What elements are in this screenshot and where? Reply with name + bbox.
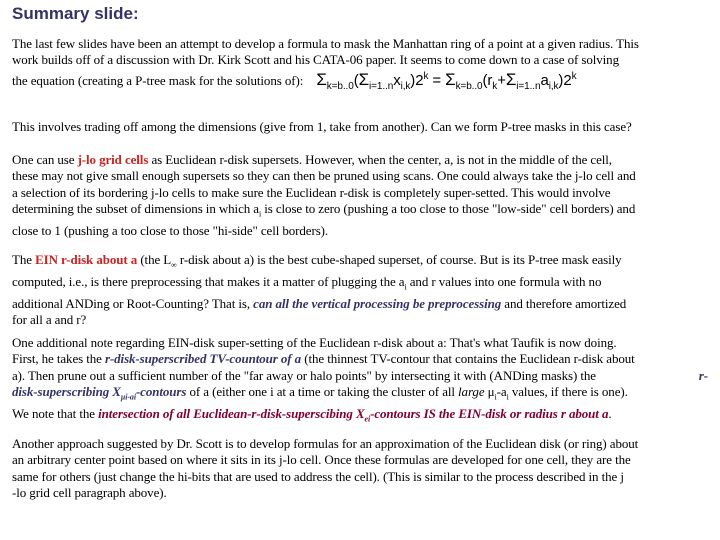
emphasis-intersection: intersection of all Euclidean-r-disk-sup… [98, 405, 365, 421]
paragraph-jlo-grid: One can use j-lo grid cells as Euclidean… [12, 152, 636, 238]
paragraph-taufik: One additional note regarding EIN-disk s… [12, 335, 708, 424]
equation-line: the equation (creating a P-tree mask for… [12, 69, 577, 92]
slide-title: Summary slide: [12, 4, 139, 23]
highlight-ein-r-disk: EIN r-disk about a [35, 252, 138, 267]
paragraph-tradeoff: This involves trading off among the dime… [12, 119, 632, 134]
paragraph-intro: The last few slides have been an attempt… [12, 36, 712, 95]
highlight-jlo-grid-cells: j-lo grid cells [77, 152, 149, 167]
paragraph-another-approach: Another approach suggested by Dr. Scott … [12, 436, 639, 500]
emphasis-preprocessing: can all the vertical processing be prepr… [253, 295, 502, 311]
emphasis-tv-contour: r-disk-superscribed TV-countour of a [104, 351, 302, 367]
paragraph-ein-disk: The EIN r-disk about a (the L∞ r-disk ab… [12, 252, 627, 328]
equation: Σk=b..0(Σi=1..nxi,k)2k = Σk=b..0(rk+Σi=1… [316, 69, 577, 92]
